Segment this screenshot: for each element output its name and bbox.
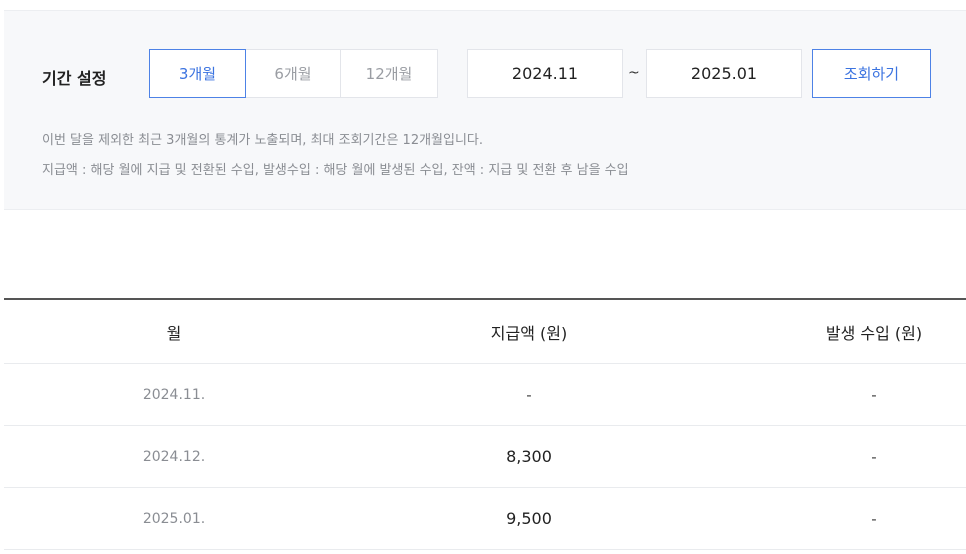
table-header-row: 월 지급액 (원) 발생 수입 (원) xyxy=(4,300,966,364)
month-cell: 2024.11. xyxy=(142,386,206,403)
start-date-field[interactable]: 2024.11 xyxy=(467,49,623,98)
end-date-field[interactable]: 2025.01 xyxy=(646,49,802,98)
period-note: 이번 달을 제외한 최근 3개월의 통계가 노출되며, 최대 조회기간은 12개… xyxy=(42,133,484,148)
paid-cell: - xyxy=(526,385,532,404)
column-header-paid: 지급액 (원) xyxy=(490,323,568,343)
period-12-months-button[interactable]: 12개월 xyxy=(340,49,438,98)
revenue-table: 월 지급액 (원) 발생 수입 (원) 2024.11. - - 2024.12… xyxy=(4,298,966,550)
paid-cell: 8,300 xyxy=(506,447,552,466)
generated-cell: - xyxy=(871,447,877,466)
table-row: 2024.11. - - xyxy=(4,364,966,426)
table-row: 2025.01. 9,500 - xyxy=(4,488,966,550)
generated-cell: - xyxy=(871,509,877,528)
month-cell: 2025.01. xyxy=(142,510,206,527)
paid-cell: 9,500 xyxy=(506,509,552,528)
period-6-months-button[interactable]: 6개월 xyxy=(245,49,341,98)
search-button[interactable]: 조회하기 xyxy=(812,49,931,98)
month-cell: 2024.12. xyxy=(142,448,206,465)
period-label: 기간 설정 xyxy=(42,69,107,88)
column-header-month: 월 xyxy=(166,323,182,343)
generated-cell: - xyxy=(871,385,877,404)
period-filter-panel: 기간 설정 3개월 6개월 12개월 2024.11 ~ 2025.01 조회하… xyxy=(4,10,966,210)
column-header-generated: 발생 수입 (원) xyxy=(825,323,923,343)
terms-note: 지급액 : 해당 월에 지급 및 전환된 수입, 발생수입 : 해당 월에 발생… xyxy=(42,163,629,178)
date-range-separator: ~ xyxy=(628,65,640,81)
period-3-months-button[interactable]: 3개월 xyxy=(149,49,246,98)
table-row: 2024.12. 8,300 - xyxy=(4,426,966,488)
